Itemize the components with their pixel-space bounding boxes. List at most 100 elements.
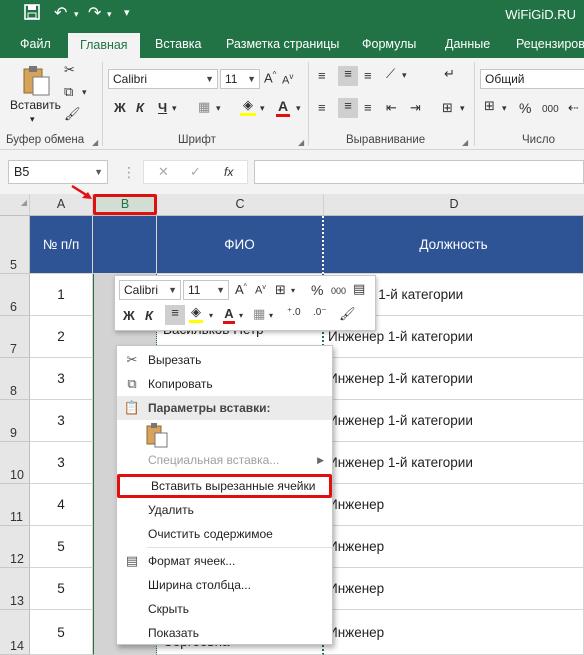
cell-d13[interactable]: Инженер: [324, 568, 584, 610]
align-middle-icon[interactable]: ≡: [338, 66, 358, 86]
tab-formulas[interactable]: Формулы: [360, 30, 418, 58]
currency-dropdown-icon[interactable]: ▾: [502, 103, 507, 114]
paste-icon[interactable]: [18, 64, 54, 98]
row-header-9[interactable]: 9: [0, 400, 30, 442]
mini-borders-dropdown-icon[interactable]: ▾: [269, 311, 273, 320]
cell-a9[interactable]: 3: [30, 400, 93, 442]
undo-icon[interactable]: ↶: [54, 3, 67, 23]
fill-color-icon[interactable]: ◈: [240, 97, 256, 116]
row-header-8[interactable]: 8: [0, 358, 30, 400]
fill-color-dropdown-icon[interactable]: ▾: [260, 103, 265, 114]
decrease-indent-icon[interactable]: ⇤: [386, 100, 397, 116]
cell-d10[interactable]: Инженер 1-й категории: [324, 442, 584, 484]
copy-dropdown-icon[interactable]: ▾: [82, 87, 87, 98]
tab-home[interactable]: Главная: [68, 33, 140, 58]
row-header-5[interactable]: 5: [0, 216, 30, 274]
column-header-c[interactable]: C: [157, 194, 324, 215]
font-size-combo[interactable]: 11 ▼: [220, 69, 260, 89]
tab-insert[interactable]: Вставка: [153, 30, 203, 58]
header-cell-position[interactable]: Должность: [324, 216, 584, 274]
redo-icon[interactable]: ↷: [88, 3, 101, 23]
decimal-icon[interactable]: ⇠: [568, 100, 579, 116]
column-header-b[interactable]: B: [93, 194, 157, 215]
row-header-10[interactable]: 10: [0, 442, 30, 484]
formula-input[interactable]: [254, 160, 584, 184]
menu-item-cut[interactable]: ✂ Вырезать: [117, 348, 332, 372]
cell-a11[interactable]: 4: [30, 484, 93, 526]
mini-fill-dropdown-icon[interactable]: ▾: [209, 311, 213, 320]
mini-font-name-combo[interactable]: Calibri ▼: [119, 280, 181, 300]
mini-currency-dropdown-icon[interactable]: ▾: [291, 286, 295, 295]
mini-increase-font-icon[interactable]: A^: [235, 282, 247, 297]
row-header-11[interactable]: 11: [0, 484, 30, 526]
font-color-icon[interactable]: A: [276, 98, 290, 117]
mini-align-center-icon[interactable]: ≡: [165, 305, 185, 325]
cancel-icon[interactable]: ✕: [158, 164, 169, 180]
paste-button[interactable]: Вставить: [10, 98, 61, 112]
cell-a14[interactable]: 5: [30, 610, 93, 655]
borders-icon[interactable]: ▦: [198, 99, 210, 115]
merge-center-icon[interactable]: ⊞: [442, 100, 453, 116]
mini-bold-button[interactable]: Ж: [123, 308, 135, 323]
alignment-launcher-icon[interactable]: ◢: [462, 138, 468, 147]
paste-dropdown-icon[interactable]: ▾: [30, 114, 35, 125]
orientation-dropdown-icon[interactable]: ▾: [402, 70, 407, 81]
font-color-dropdown-icon[interactable]: ▾: [296, 103, 301, 114]
cell-a10[interactable]: 3: [30, 442, 93, 484]
header-cell-fio[interactable]: ФИО: [157, 216, 324, 274]
font-name-combo[interactable]: Calibri ▼: [108, 69, 218, 89]
cell-d11[interactable]: Инженер: [324, 484, 584, 526]
cell-a12[interactable]: 5: [30, 526, 93, 568]
menu-item-column-width[interactable]: Ширина столбца...: [117, 573, 332, 597]
mini-fill-color-icon[interactable]: ◈: [189, 304, 203, 323]
tab-data[interactable]: Данные: [443, 30, 492, 58]
name-box[interactable]: B5 ▼: [8, 160, 108, 184]
increase-font-icon[interactable]: A^: [264, 70, 276, 85]
undo-dropdown-icon[interactable]: ▾: [74, 9, 79, 20]
mini-decrease-font-icon[interactable]: Av: [255, 284, 266, 297]
menu-item-delete[interactable]: Удалить: [117, 498, 332, 522]
paste-option-icon[interactable]: [145, 422, 169, 451]
mini-font-size-combo[interactable]: 11 ▼: [183, 280, 229, 300]
header-cell-number[interactable]: № п/п: [30, 216, 93, 274]
cell-d14[interactable]: Инженер: [324, 610, 584, 655]
save-icon[interactable]: [24, 4, 40, 25]
menu-item-unhide[interactable]: Показать: [117, 621, 332, 645]
row-header-7[interactable]: 7: [0, 316, 30, 358]
cell-a8[interactable]: 3: [30, 358, 93, 400]
mini-decrease-decimal-icon[interactable]: .0⁻: [313, 307, 327, 318]
header-cell-b[interactable]: [93, 216, 157, 274]
increase-indent-icon[interactable]: ⇥: [410, 100, 421, 116]
copy-icon[interactable]: ⧉: [64, 84, 73, 100]
cell-d9[interactable]: Инженер 1-й категории: [324, 400, 584, 442]
mini-thousands-button[interactable]: 000: [331, 286, 346, 296]
row-header-13[interactable]: 13: [0, 568, 30, 610]
underline-button[interactable]: Ч: [158, 100, 167, 115]
mini-borders-icon[interactable]: ▦: [253, 306, 265, 322]
percent-button[interactable]: %: [519, 100, 531, 116]
menu-item-hide[interactable]: Скрыть: [117, 597, 332, 621]
mini-format-icon[interactable]: ▤: [353, 281, 365, 297]
redo-dropdown-icon[interactable]: ▾: [107, 9, 112, 20]
cut-icon[interactable]: ✂: [64, 62, 75, 78]
align-top-icon[interactable]: ≡: [318, 68, 326, 83]
tab-file[interactable]: Файл: [18, 30, 53, 58]
insert-function-button[interactable]: fx: [224, 165, 233, 179]
format-painter-icon[interactable]: 🖌: [64, 106, 81, 122]
borders-dropdown-icon[interactable]: ▾: [216, 103, 221, 114]
mini-italic-button[interactable]: К: [145, 308, 153, 323]
row-header-12[interactable]: 12: [0, 526, 30, 568]
decrease-font-icon[interactable]: Av: [282, 72, 293, 87]
column-header-d[interactable]: D: [324, 194, 584, 215]
tab-page-layout[interactable]: Разметка страницы: [224, 30, 341, 58]
cell-d12[interactable]: Инженер: [324, 526, 584, 568]
mini-format-painter-icon[interactable]: 🖌: [339, 306, 356, 322]
cell-d8[interactable]: Инженер 1-й категории: [324, 358, 584, 400]
select-all-corner[interactable]: ◢: [0, 194, 30, 215]
font-launcher-icon[interactable]: ◢: [298, 138, 304, 147]
mini-increase-decimal-icon[interactable]: ⁺.0: [287, 307, 301, 318]
menu-item-copy[interactable]: ⧉ Копировать: [117, 372, 332, 396]
align-bottom-icon[interactable]: ≡: [364, 68, 372, 83]
enter-icon[interactable]: ✓: [190, 164, 201, 180]
clipboard-launcher-icon[interactable]: ◢: [92, 138, 98, 147]
